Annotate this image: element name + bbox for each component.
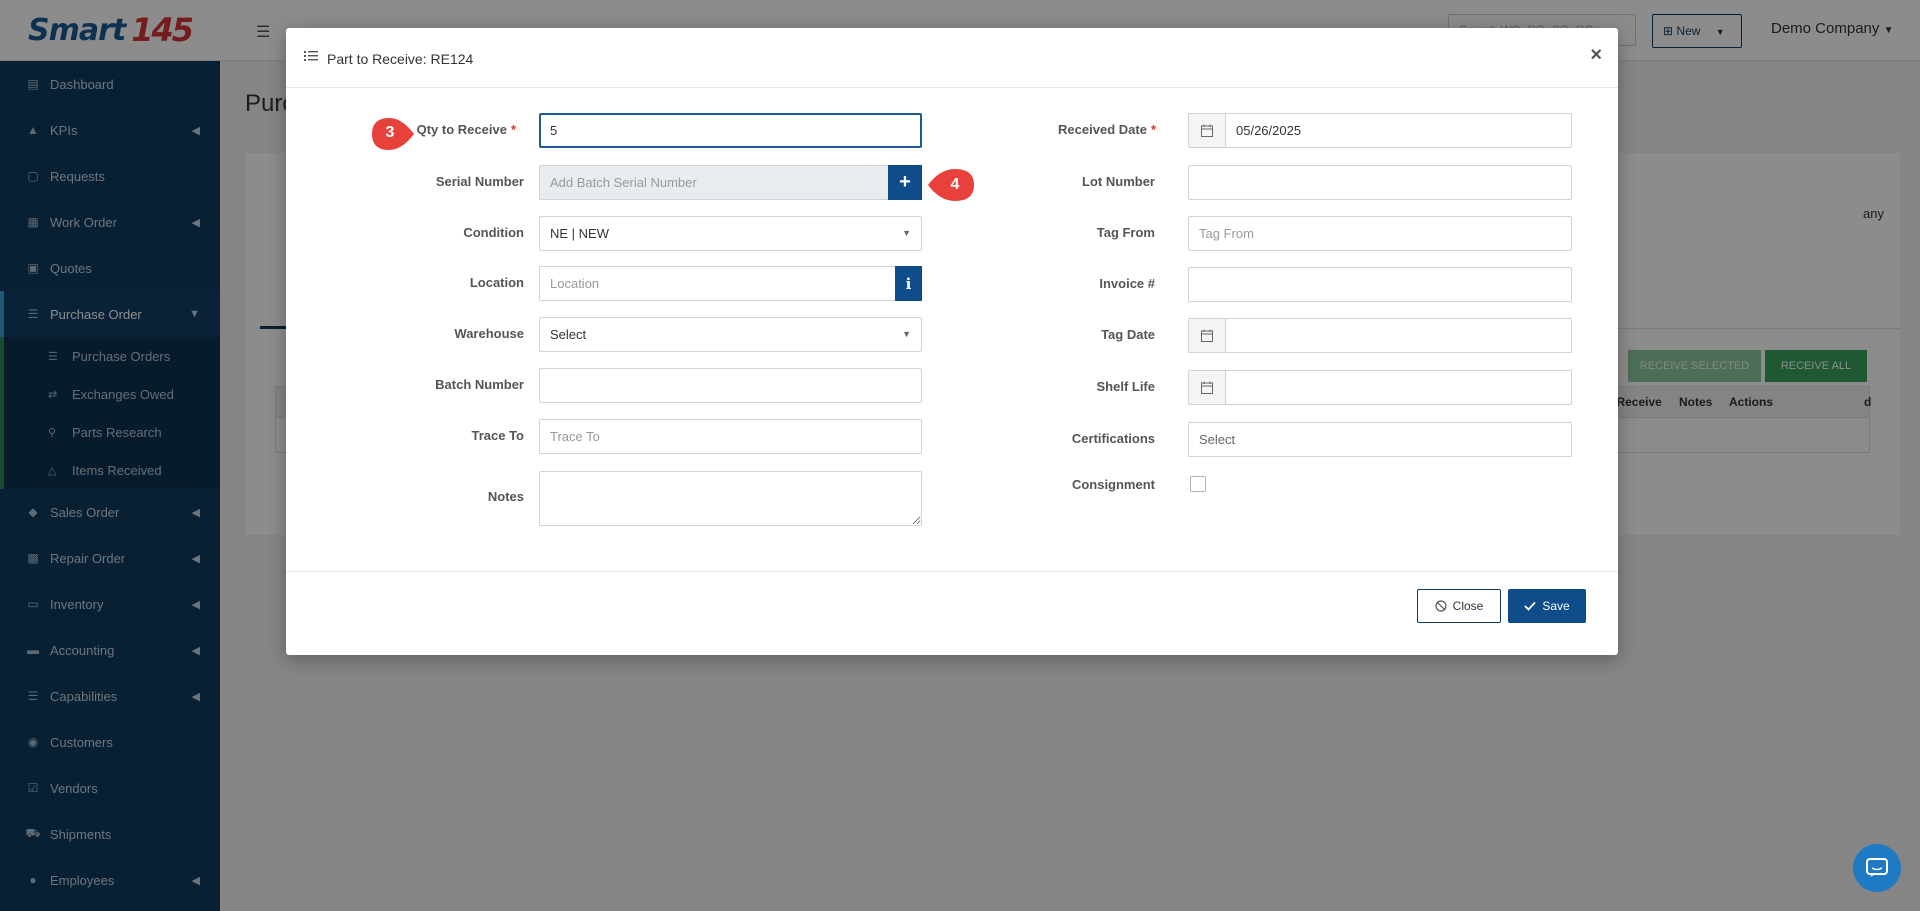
check-icon bbox=[1524, 601, 1536, 611]
calendar-icon[interactable] bbox=[1188, 318, 1226, 353]
condition-select[interactable]: NE | NEW ▼ bbox=[539, 216, 922, 251]
condition-value: NE | NEW bbox=[550, 226, 609, 241]
certifications-select[interactable]: Select bbox=[1188, 422, 1572, 457]
tag-date-label: Tag Date bbox=[1101, 327, 1155, 342]
required-mark: * bbox=[510, 122, 516, 137]
chat-icon bbox=[1866, 858, 1888, 877]
save-button-label: Save bbox=[1542, 599, 1570, 613]
part-to-receive-modal: Part to Receive: RE124 × Qty to Receive *… bbox=[286, 28, 1618, 655]
consignment-checkbox[interactable] bbox=[1190, 476, 1206, 492]
close-icon[interactable]: × bbox=[1590, 44, 1602, 67]
close-button-label: Close bbox=[1452, 599, 1484, 613]
received-date-input[interactable]: 05/26/2025 bbox=[1225, 113, 1572, 148]
plus-icon: + bbox=[899, 171, 911, 193]
callout-number-3: 3 bbox=[385, 124, 395, 141]
tag-from-label: Tag From bbox=[1096, 225, 1155, 240]
location-input[interactable]: Location bbox=[539, 266, 896, 301]
lot-number-input[interactable] bbox=[1188, 165, 1572, 200]
received-date-label-text: Received Date bbox=[1058, 122, 1147, 137]
caret-down-icon: ▼ bbox=[902, 329, 911, 339]
info-icon: i bbox=[905, 274, 912, 293]
warehouse-label: Warehouse bbox=[454, 326, 524, 341]
modal-header: Part to Receive: RE124 × bbox=[286, 28, 1618, 88]
calendar-icon[interactable] bbox=[1188, 370, 1226, 405]
trace-to-input[interactable]: Trace To bbox=[539, 419, 922, 454]
shelf-life-label: Shelf Life bbox=[1096, 379, 1155, 394]
invoice-input[interactable] bbox=[1188, 267, 1572, 302]
received-date-label: Received Date * bbox=[986, 122, 1156, 137]
warehouse-value: Select bbox=[550, 327, 587, 342]
location-info-button[interactable]: i bbox=[895, 266, 922, 301]
tag-from-input[interactable]: Tag From bbox=[1188, 216, 1572, 251]
warehouse-select[interactable]: Select ▼ bbox=[539, 317, 922, 352]
serial-number-input[interactable]: Add Batch Serial Number bbox=[539, 165, 889, 200]
location-label: Location bbox=[469, 275, 524, 290]
save-button[interactable]: Save bbox=[1508, 589, 1586, 623]
lot-number-label: Lot Number bbox=[1082, 174, 1155, 189]
caret-down-icon: ▼ bbox=[902, 228, 911, 238]
serial-number-label: Serial Number bbox=[435, 174, 524, 189]
batch-number-label: Batch Number bbox=[435, 377, 524, 392]
ban-icon bbox=[1435, 600, 1447, 612]
add-serial-number-button[interactable]: + bbox=[888, 165, 922, 200]
qty-to-receive-label-text: Qty to Receive bbox=[416, 122, 507, 137]
notes-textarea[interactable] bbox=[539, 471, 922, 526]
close-button[interactable]: Close bbox=[1417, 589, 1501, 623]
trace-to-label: Trace To bbox=[471, 428, 524, 443]
modal-footer-divider bbox=[286, 571, 1618, 572]
certifications-label: Certifications bbox=[1071, 431, 1155, 446]
shelf-life-input[interactable] bbox=[1225, 370, 1572, 405]
list-icon bbox=[304, 51, 318, 61]
required-mark: * bbox=[1150, 122, 1156, 137]
chat-widget-button[interactable] bbox=[1853, 844, 1901, 892]
consignment-label: Consignment bbox=[1071, 477, 1155, 492]
tag-date-input[interactable] bbox=[1225, 318, 1572, 353]
qty-to-receive-input[interactable]: 5 bbox=[539, 113, 922, 148]
condition-label: Condition bbox=[463, 225, 524, 240]
invoice-label: Invoice # bbox=[1099, 276, 1155, 291]
callout-number-4: 4 bbox=[950, 176, 960, 193]
modal-title: Part to Receive: RE124 bbox=[327, 51, 474, 67]
calendar-icon[interactable] bbox=[1188, 113, 1226, 148]
notes-label: Notes bbox=[487, 489, 524, 504]
batch-number-input[interactable] bbox=[539, 368, 922, 403]
